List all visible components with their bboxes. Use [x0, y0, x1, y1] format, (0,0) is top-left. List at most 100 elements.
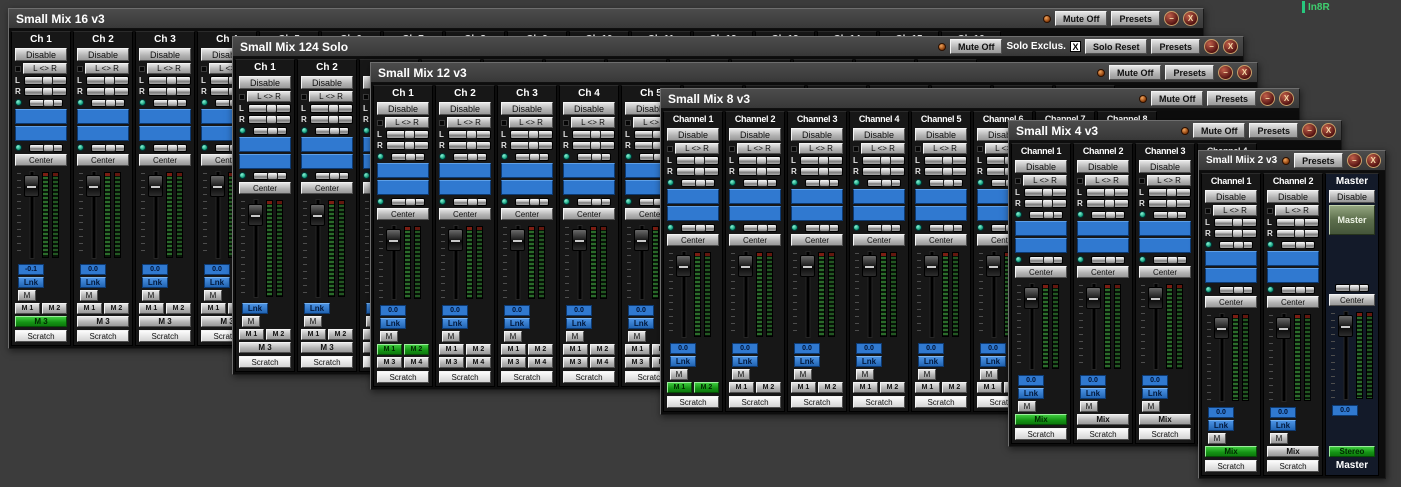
bus-a-button-2[interactable]: M 2	[694, 382, 719, 393]
aux-slider[interactable]	[315, 127, 349, 135]
fader-knob[interactable]	[248, 204, 263, 226]
center-button[interactable]: Center	[853, 234, 905, 246]
bus-b-button-1[interactable]: M 3	[563, 357, 588, 368]
fader-track[interactable]	[1214, 312, 1229, 403]
solo-exclusive-checkbox[interactable]: X	[1070, 41, 1081, 52]
r-level-slider[interactable]	[1024, 199, 1067, 208]
aux-slider[interactable]	[29, 99, 63, 107]
bus-a-button-1[interactable]: M 1	[791, 382, 816, 393]
pan-slider[interactable]	[29, 144, 63, 152]
mix-button[interactable]: Mix	[1267, 446, 1319, 457]
link-button[interactable]: Lnk	[1018, 388, 1044, 399]
bus-b-button-2[interactable]: M 4	[404, 357, 429, 368]
lr-swap-button[interactable]: L <> R	[737, 143, 781, 154]
bus-a-button-1[interactable]: M 1	[625, 344, 650, 355]
pan-slider[interactable]	[1153, 256, 1187, 264]
gain-display[interactable]: 0.0	[732, 343, 758, 354]
bus-a-button-1[interactable]: M 1	[77, 303, 102, 314]
routing-display-2[interactable]	[1205, 268, 1257, 283]
l-level-slider[interactable]	[510, 130, 553, 139]
disable-button[interactable]: Disable	[501, 102, 553, 115]
fader-knob[interactable]	[1338, 315, 1353, 337]
aux-slider[interactable]	[1281, 241, 1315, 249]
fader-track[interactable]	[24, 170, 39, 260]
mute-button[interactable]: M	[204, 290, 222, 301]
lr-swap-button[interactable]: L <> R	[923, 143, 967, 154]
bus-b-button-2[interactable]: M 4	[590, 357, 615, 368]
close-button[interactable]: X	[1223, 39, 1238, 54]
close-button[interactable]: X	[1279, 91, 1294, 106]
fader-track[interactable]	[738, 250, 753, 339]
minimize-button[interactable]: −	[1204, 39, 1219, 54]
scratch-button[interactable]: Scratch	[1139, 428, 1191, 440]
r-level-slider[interactable]	[800, 167, 843, 176]
l-level-slider[interactable]	[24, 76, 67, 85]
bus-3-button[interactable]: M 3	[139, 316, 191, 327]
gain-display[interactable]: 0.0	[1270, 407, 1296, 418]
scratch-button[interactable]: Scratch	[915, 396, 967, 408]
mix-button[interactable]: Mix	[1205, 446, 1257, 457]
scratch-button[interactable]: Scratch	[853, 396, 905, 408]
routing-display-2[interactable]	[501, 180, 553, 195]
fader-knob[interactable]	[86, 175, 101, 197]
mute-button[interactable]: M	[142, 290, 160, 301]
bus-a-button-1[interactable]: M 1	[239, 329, 264, 340]
link-button[interactable]: Lnk	[794, 356, 820, 367]
l-level-slider[interactable]	[148, 76, 191, 85]
pan-slider[interactable]	[929, 224, 963, 232]
mute-off-button[interactable]: Mute Off	[1151, 91, 1204, 106]
pan-slider[interactable]	[867, 224, 901, 232]
link-button[interactable]: Lnk	[856, 356, 882, 367]
disable-button[interactable]: Disable	[377, 102, 429, 115]
routing-display-1[interactable]	[15, 109, 67, 124]
link-button[interactable]: Lnk	[442, 318, 468, 329]
fader-knob[interactable]	[210, 175, 225, 197]
disable-button[interactable]: Disable	[1267, 190, 1319, 203]
fader-track[interactable]	[986, 250, 1001, 339]
disable-button[interactable]: Disable	[791, 128, 843, 141]
bus-a-button-1[interactable]: M 1	[439, 344, 464, 355]
gain-display[interactable]: -0.1	[18, 264, 44, 275]
presets-button[interactable]: Presets	[1294, 153, 1343, 168]
bus-b-button-2[interactable]: M 4	[466, 357, 491, 368]
pan-slider[interactable]	[253, 172, 287, 180]
r-level-slider[interactable]	[676, 167, 719, 176]
disable-button[interactable]: Disable	[77, 48, 129, 61]
disable-button[interactable]: Disable	[239, 76, 291, 89]
lr-swap-button[interactable]: L <> R	[85, 63, 129, 74]
lr-swap-button[interactable]: L <> R	[385, 117, 429, 128]
solo-reset-button[interactable]: Solo Reset	[1085, 39, 1148, 54]
fader-track[interactable]	[676, 250, 691, 339]
fader-knob[interactable]	[800, 255, 815, 277]
aux-slider[interactable]	[1153, 211, 1187, 219]
scratch-button[interactable]: Scratch	[439, 371, 491, 383]
fader-knob[interactable]	[148, 175, 163, 197]
lr-swap-button[interactable]: L <> R	[147, 63, 191, 74]
mute-button[interactable]: M	[1142, 401, 1160, 412]
l-level-slider[interactable]	[1148, 188, 1191, 197]
bus-3-button[interactable]: M 3	[239, 342, 291, 353]
routing-display-2[interactable]	[15, 126, 67, 141]
routing-display-2[interactable]	[1139, 238, 1191, 253]
scratch-button[interactable]: Scratch	[239, 356, 291, 368]
l-level-slider[interactable]	[738, 156, 781, 165]
link-button[interactable]: Lnk	[18, 277, 44, 288]
routing-display-1[interactable]	[853, 189, 905, 204]
mute-button[interactable]: M	[1208, 433, 1226, 444]
fader-track[interactable]	[148, 170, 163, 260]
bus-a-button-2[interactable]: M 2	[266, 329, 291, 340]
scratch-button[interactable]: Scratch	[1015, 428, 1067, 440]
mute-button[interactable]: M	[918, 369, 936, 380]
bus-a-button-2[interactable]: M 2	[166, 303, 191, 314]
r-level-slider[interactable]	[572, 141, 615, 150]
l-level-slider[interactable]	[800, 156, 843, 165]
center-button[interactable]: Center	[501, 208, 553, 220]
bus-b-button-1[interactable]: M 3	[501, 357, 526, 368]
mute-button[interactable]: M	[856, 369, 874, 380]
l-level-slider[interactable]	[1086, 188, 1129, 197]
routing-display-1[interactable]	[77, 109, 129, 124]
scratch-button[interactable]: Scratch	[791, 396, 843, 408]
aux-slider[interactable]	[1029, 211, 1063, 219]
scratch-button[interactable]: Scratch	[1267, 460, 1319, 472]
aux-slider[interactable]	[577, 153, 611, 161]
